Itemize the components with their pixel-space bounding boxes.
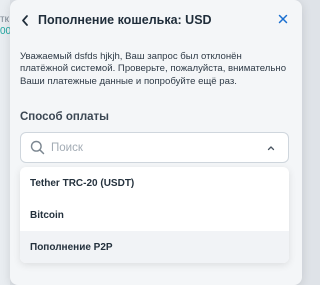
payment-method-select[interactable] <box>20 132 289 163</box>
payment-method-label: Способ оплаты <box>20 111 109 123</box>
close-button[interactable] <box>276 12 290 26</box>
search-input[interactable] <box>51 138 251 157</box>
chevron-up-icon[interactable] <box>266 143 276 153</box>
option-bitcoin[interactable]: Bitcoin <box>20 199 289 231</box>
option-p2p[interactable]: Пополнение P2P <box>20 231 289 263</box>
option-label: Пополнение P2P <box>30 241 113 253</box>
back-button[interactable] <box>18 13 32 27</box>
backdrop <box>0 0 10 285</box>
modal-title: Пополнение кошелька: USD <box>38 13 212 27</box>
close-icon <box>278 14 288 24</box>
option-label: Bitcoin <box>30 209 64 221</box>
search-icon <box>30 140 45 155</box>
payment-method-dropdown: Tether TRC-20 (USDT) Bitcoin Пополнение … <box>20 167 289 263</box>
chevron-left-icon <box>22 14 28 26</box>
top-up-wallet-modal: Пополнение кошелька: USD Уважаемый dsfds… <box>10 0 302 285</box>
modal-header: Пополнение кошелька: USD <box>10 0 302 40</box>
backdrop-text-fragment: тк <box>0 14 9 25</box>
option-tether-trc20[interactable]: Tether TRC-20 (USDT) <box>20 167 289 199</box>
option-label: Tether TRC-20 (USDT) <box>30 177 135 189</box>
rejection-message: Уважаемый dsfds hjkjh, Ваш запрос был от… <box>20 51 287 87</box>
